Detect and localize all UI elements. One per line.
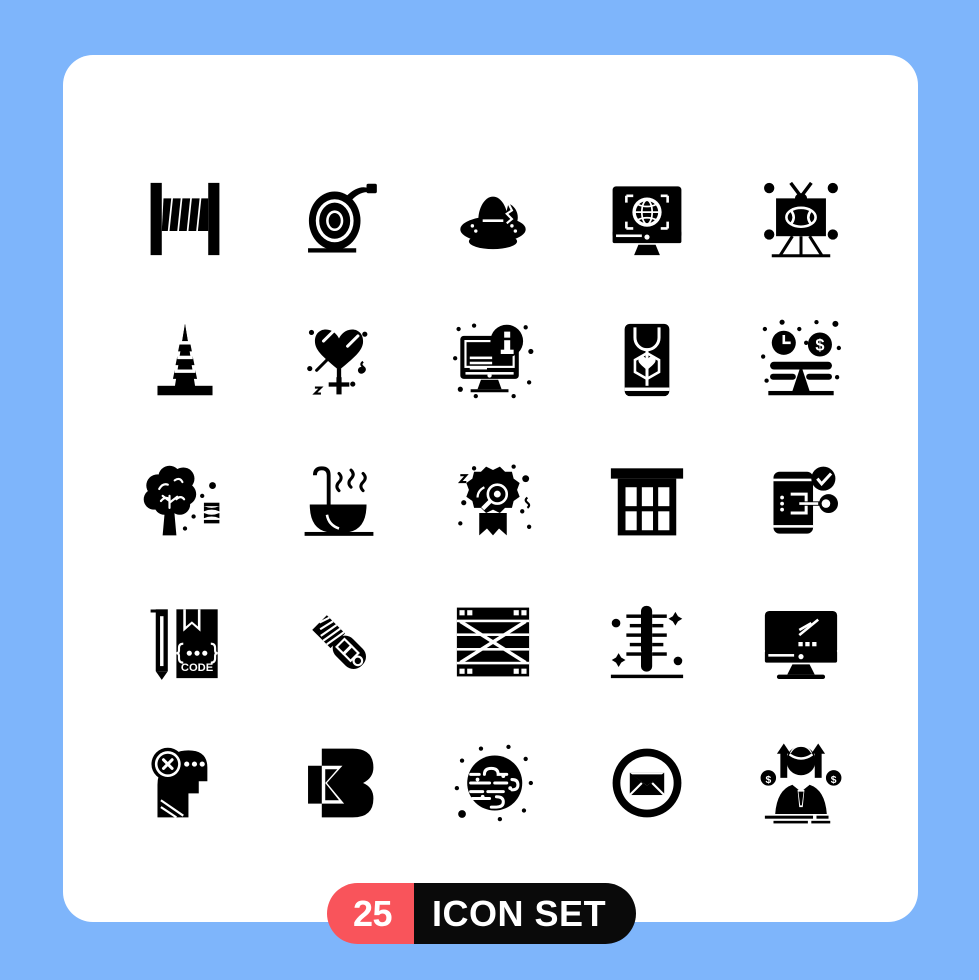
cable-spool-icon (150, 182, 220, 255)
wooden-crate-icon (456, 607, 530, 676)
tree-dna-icon (143, 465, 220, 535)
mobile-login-check-icon (773, 466, 838, 534)
icon-cell-cable-spool[interactable] (108, 148, 262, 289)
cutter-knife-icon (312, 614, 366, 669)
bathtub-icon (304, 465, 374, 536)
email-circle-icon (612, 748, 682, 817)
icon-cell-tree-dna[interactable] (108, 430, 262, 571)
building-icon (610, 467, 684, 535)
mobile-stethoscope-icon (624, 323, 670, 396)
screenshot-root: $ CODE $ $ 25 ICON SET (0, 0, 979, 980)
icon-cell-monitor-chart[interactable] (724, 571, 878, 712)
pencil-code-book-icon: CODE (150, 608, 218, 680)
icon-cell-building[interactable] (570, 430, 724, 571)
icon-cell-traffic-cone[interactable] (108, 289, 262, 430)
icon-cell-mobile-login-check[interactable] (724, 430, 878, 571)
svg-text:$: $ (831, 775, 837, 786)
svg-text:CODE: CODE (181, 662, 214, 674)
icon-grid: $ CODE $ $ (108, 148, 878, 853)
businessman-growth-icon: $ $ (760, 742, 842, 823)
letter-b-logo-icon (308, 748, 374, 817)
icon-cell-letter-b-logo[interactable] (262, 712, 416, 853)
monitor-chart-icon (764, 610, 838, 679)
award-search-icon (457, 463, 532, 535)
measuring-tape-icon (308, 183, 377, 253)
thermometer-icon (610, 605, 684, 678)
icon-set-badge: 25 ICON SET (327, 883, 637, 944)
svg-text:$: $ (815, 336, 824, 354)
badge-label: ICON SET (414, 883, 637, 944)
tv-football-icon (764, 181, 838, 257)
icon-cell-mobile-stethoscope[interactable] (570, 289, 724, 430)
badge-count: 25 (327, 883, 415, 944)
boiled-egg-icon (460, 196, 526, 249)
svg-text:$: $ (765, 775, 771, 786)
head-cross-icon (151, 747, 208, 818)
heart-female-icon (307, 328, 368, 395)
icon-cell-thermometer[interactable] (570, 571, 724, 712)
icon-cell-bathtub[interactable] (262, 430, 416, 571)
icon-cell-wooden-crate[interactable] (416, 571, 570, 712)
icon-cell-head-cross[interactable] (108, 712, 262, 853)
time-money-balance-icon: $ (761, 319, 841, 395)
icon-cell-measuring-tape[interactable] (262, 148, 416, 289)
monitor-globe-icon (612, 185, 682, 255)
icon-cell-foggy-planet[interactable] (416, 712, 570, 853)
traffic-cone-icon (157, 323, 213, 395)
icon-cell-monitor-info[interactable] (416, 289, 570, 430)
icon-cell-businessman-growth[interactable]: $ $ (724, 712, 878, 853)
icon-cell-boiled-egg[interactable] (416, 148, 570, 289)
icon-cell-time-money-balance[interactable]: $ (724, 289, 878, 430)
icon-cell-award-search[interactable] (416, 430, 570, 571)
icon-cell-pencil-code-book[interactable]: CODE (108, 571, 262, 712)
icon-cell-heart-female[interactable] (262, 289, 416, 430)
monitor-info-icon (453, 322, 534, 398)
icon-cell-cutter-knife[interactable] (262, 571, 416, 712)
icon-cell-tv-football[interactable] (724, 148, 878, 289)
icon-cell-monitor-globe[interactable] (570, 148, 724, 289)
foggy-planet-icon (454, 744, 533, 821)
icon-cell-email-circle[interactable] (570, 712, 724, 853)
